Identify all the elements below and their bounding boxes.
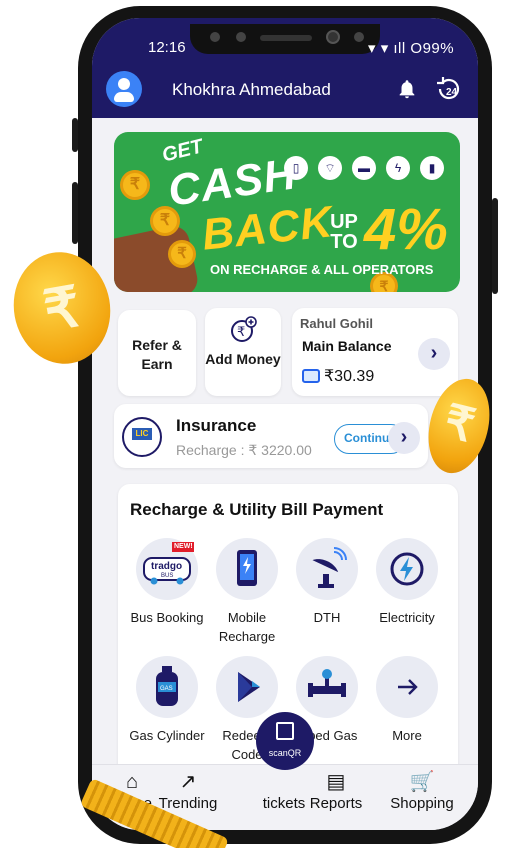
svg-text:tradgo: tradgo bbox=[151, 561, 182, 572]
play-store-icon bbox=[216, 656, 278, 718]
battery-icon: ▮ bbox=[420, 156, 444, 180]
lic-logo: LIC bbox=[122, 417, 162, 457]
status-indicators: ▾ ▾ ıll O99% bbox=[368, 39, 454, 57]
location-label[interactable]: Khokhra Ahmedabad bbox=[172, 80, 331, 100]
nav-label: Shopping bbox=[390, 795, 454, 812]
svg-text:GAS: GAS bbox=[160, 686, 173, 692]
electricity-icon bbox=[376, 538, 438, 600]
nav-reports[interactable]: ▤ Reports bbox=[296, 765, 376, 812]
piped-gas-icon bbox=[296, 656, 358, 718]
banner-percent: 4% bbox=[364, 197, 448, 262]
insurance-card[interactable]: LIC Insurance Recharge : ₹ 3220.00 Conti… bbox=[114, 404, 428, 468]
phone-volume-up bbox=[72, 182, 78, 244]
reports-icon: ▤ bbox=[326, 771, 346, 793]
insurance-amount: Recharge : ₹ 3220.00 bbox=[176, 442, 312, 458]
gas-cylinder-icon: GAS bbox=[136, 656, 198, 718]
coin-icon: ₹ bbox=[120, 170, 150, 200]
balance-chevron-right-icon[interactable]: › bbox=[418, 338, 450, 370]
service-mobile-recharge[interactable]: Mobile Recharge bbox=[206, 538, 288, 646]
sensor-icon bbox=[354, 32, 364, 42]
sensor-icon bbox=[210, 32, 220, 42]
service-label: Bus Booking bbox=[130, 610, 204, 625]
refer-earn-label: Refer & Earn bbox=[132, 337, 182, 372]
camera-icon bbox=[326, 30, 340, 44]
sensor-icon bbox=[236, 32, 246, 42]
balance-amount: ₹30.39 bbox=[324, 368, 375, 385]
banner-subtitle: ON RECHARGE & ALL OPERATORS bbox=[210, 262, 434, 277]
add-money-card[interactable]: ₹ Add Money bbox=[205, 308, 281, 396]
bus-icon: tradgo BUS NEW! bbox=[136, 538, 198, 600]
app-screen: 12:16 ▾ ▾ ıll O99% Khokhra Ahmedabad 24 … bbox=[92, 18, 478, 830]
phone-side-button bbox=[72, 118, 78, 152]
coin-icon: ₹ bbox=[168, 240, 196, 268]
section-title: Recharge & Utility Bill Payment bbox=[130, 500, 384, 519]
nav-trending[interactable]: ↗ Trending bbox=[148, 765, 228, 812]
wallet-icon bbox=[302, 369, 320, 383]
cart-icon: 🛒 bbox=[409, 771, 435, 793]
signal-icon: ▾ ▾ ıll O bbox=[368, 40, 423, 57]
arrow-right-icon bbox=[376, 656, 438, 718]
balance-title: Main Balance bbox=[302, 338, 392, 354]
service-dth[interactable]: DTH bbox=[286, 538, 368, 627]
electricity-icon: ϟ bbox=[386, 156, 410, 180]
insurance-title: Insurance bbox=[176, 416, 257, 435]
banner-upto-text: UP TO bbox=[330, 211, 358, 253]
qr-icon bbox=[276, 722, 294, 740]
history-24-icon[interactable]: 24 bbox=[434, 74, 464, 104]
svg-text:24: 24 bbox=[446, 87, 458, 98]
scan-qr-label: scanQR bbox=[268, 748, 302, 758]
dish-icon: ⌔ bbox=[318, 156, 342, 180]
nav-shopping[interactable]: 🛒 Shopping bbox=[382, 765, 462, 812]
trending-icon: ↗ bbox=[179, 771, 197, 793]
user-name: Rahul Gohil bbox=[300, 316, 373, 331]
lic-logo-text: LIC bbox=[132, 428, 152, 440]
svg-text:BUS: BUS bbox=[161, 573, 173, 579]
nav-label: Reports bbox=[309, 795, 363, 812]
add-money-icon: ₹ bbox=[229, 316, 257, 344]
refer-earn-card[interactable]: Refer & Earn bbox=[118, 310, 196, 396]
app-header: Khokhra Ahmedabad 24 bbox=[92, 62, 478, 118]
service-label: More bbox=[392, 728, 422, 743]
new-badge: NEW! bbox=[174, 543, 193, 550]
balance-card[interactable]: Rahul Gohil Main Balance ₹30.39 › bbox=[292, 308, 458, 396]
service-label: DTH bbox=[313, 610, 341, 625]
status-time: 12:16 bbox=[148, 39, 186, 56]
avatar[interactable] bbox=[106, 71, 142, 107]
service-label: Mobile Recharge bbox=[218, 610, 276, 644]
phone-power-button bbox=[492, 198, 498, 294]
mobile-icon: ▯ bbox=[284, 156, 308, 180]
service-label: Gas Cylinder bbox=[129, 728, 205, 743]
svg-text:₹: ₹ bbox=[237, 325, 245, 340]
insurance-chevron-right-icon[interactable]: › bbox=[388, 422, 420, 454]
service-label: Electricity bbox=[379, 610, 435, 625]
battery-level: 99% bbox=[422, 40, 455, 57]
service-bus-booking[interactable]: tradgo BUS NEW! Bus Booking bbox=[126, 538, 208, 627]
add-money-label: Add Money bbox=[205, 351, 281, 367]
scan-qr-button[interactable]: scanQR bbox=[256, 712, 314, 770]
rupee-symbol: ₹ bbox=[39, 274, 86, 343]
status-bar: 12:16 ▾ ▾ ıll O99% bbox=[92, 18, 478, 62]
speaker-grill bbox=[260, 35, 312, 41]
mobile-recharge-icon bbox=[216, 538, 278, 600]
settop-box-icon: ▬ bbox=[352, 156, 376, 180]
cashback-banner[interactable]: ₹ ₹ ₹ ₹ GET CASH BACK UP TO 4% ▯ ⌔ ▬ ϟ ▮… bbox=[114, 132, 460, 292]
balance-amount-row: ₹30.39 bbox=[302, 366, 374, 386]
bell-icon[interactable] bbox=[392, 74, 422, 104]
service-more[interactable]: More bbox=[366, 656, 448, 745]
dth-icon bbox=[296, 538, 358, 600]
service-gas-cylinder[interactable]: GAS Gas Cylinder bbox=[126, 656, 208, 745]
service-electricity[interactable]: Electricity bbox=[366, 538, 448, 627]
camera-notch bbox=[190, 24, 380, 54]
